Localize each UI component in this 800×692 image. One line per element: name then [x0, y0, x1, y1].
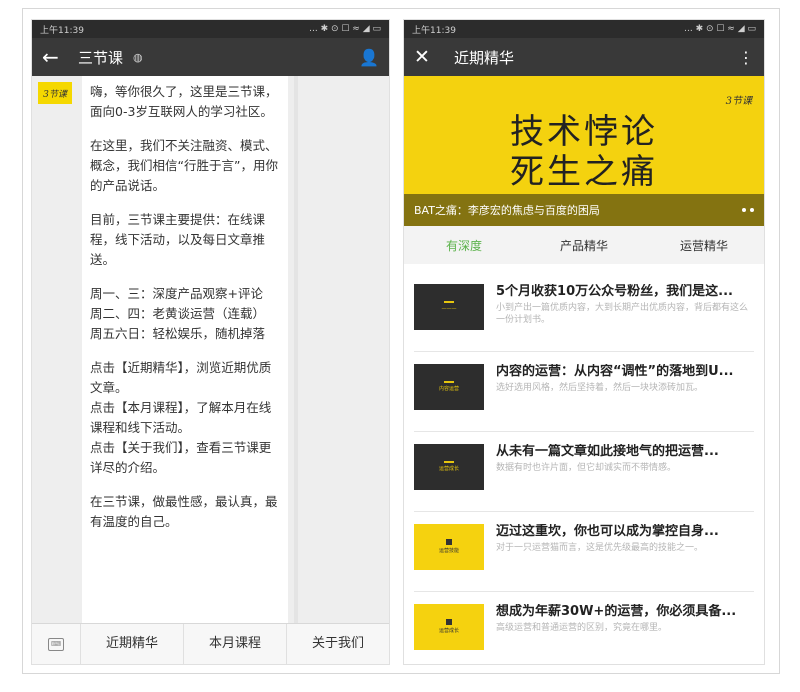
- status-time: 上午11:39: [412, 25, 456, 36]
- person-icon[interactable]: 👤: [359, 48, 379, 67]
- menu-item-recent-highlights[interactable]: 近期精华: [81, 624, 184, 664]
- article-thumbnail: 运营成长: [414, 604, 484, 650]
- screenshot-frame: 上午11:39 ... ✱ ⊙ ☐ ≈ ◢ ▭ ← 三节课 ◍ 👤 3节课 嗨，…: [22, 8, 780, 674]
- keyboard-icon: ⌨: [48, 637, 64, 651]
- status-icons: ... ✱ ⊙ ☐ ≈ ◢ ▭: [309, 24, 381, 34]
- menu-item-about-us[interactable]: 关于我们: [287, 624, 389, 664]
- keyboard-toggle-button[interactable]: ⌨: [32, 624, 81, 664]
- article-desc: 数据有时也许片面，但它却诚实而不带情感。: [496, 463, 677, 473]
- banner-caption-bar: BAT之痛：李彦宏的焦虑与百度的困局: [404, 194, 764, 226]
- thumbnail-mark: [446, 619, 452, 625]
- status-icons: ... ✱ ⊙ ☐ ≈ ◢ ▭: [684, 24, 756, 34]
- article-title: 内容的运营：从内容“调性”的落地到U...: [496, 364, 734, 379]
- banner-headline-line2: 死生之痛: [510, 152, 658, 192]
- article-text: 想成为年薪30W+的运营，你必须具备... 高级运营和普通运营的区别，究竟在哪里…: [496, 604, 754, 634]
- thumbnail-text: 内容运营: [438, 386, 459, 392]
- status-bar: 上午11:39 ... ✱ ⊙ ☐ ≈ ◢ ▭: [404, 20, 764, 38]
- thumbnail-text: 运营成长: [438, 628, 459, 634]
- left-phone-screen: 上午11:39 ... ✱ ⊙ ☐ ≈ ◢ ▭ ← 三节课 ◍ 👤 3节课 嗨，…: [31, 19, 390, 665]
- chat-area: 3节课 嗨，等你很久了，这里是三节课，面向0-3岁互联网人的学习社区。 在这里，…: [32, 76, 389, 624]
- thumbnail-mark: [444, 381, 454, 383]
- official-account-icon: ◍: [133, 50, 143, 64]
- article-title: 迈过这重坎，你也可以成为掌控自身...: [496, 524, 719, 539]
- scroll-divider: [294, 76, 298, 624]
- article-desc: 高级运营和普通运营的区别，究竟在哪里。: [496, 623, 668, 633]
- right-phone-screen: 上午11:39 ... ✱ ⊙ ☐ ≈ ◢ ▭ ✕ 近期精华 ⋮ 3节课 技术悖…: [403, 19, 765, 665]
- article-thumbnail: 运营成长: [414, 444, 484, 490]
- thumbnail-mark: [444, 301, 454, 303]
- article-text: 内容的运营：从内容“调性”的落地到U... 选好选用风格，然后坚持着，然后一块块…: [496, 364, 754, 394]
- article-text: 迈过这重坎，你也可以成为掌控自身... 对于一只运营猫而言，这是优先级最高的技能…: [496, 524, 754, 554]
- tab-operation[interactable]: 运营精华: [644, 237, 764, 254]
- close-icon[interactable]: ✕: [414, 46, 442, 68]
- article-desc: 小到产出一篇优质内容，大到长期产出优质内容，背后都有这么一份计划书。: [496, 303, 749, 325]
- message-paragraph: 嗨，等你很久了，这里是三节课，面向0-3岁互联网人的学习社区。: [90, 84, 278, 119]
- article-thumbnail: ———: [414, 284, 484, 330]
- article-title: 从未有一篇文章如此接地气的把运营...: [496, 444, 719, 459]
- category-tabs: 有深度 产品精华 运营精华: [404, 226, 764, 264]
- article-thumbnail: 内容运营: [414, 364, 484, 410]
- page-title: 近期精华: [454, 48, 515, 67]
- banner-headline: 技术悖论 死生之痛: [404, 112, 764, 192]
- article-title: 5个月收获10万公众号粉丝，我们是这...: [496, 284, 733, 299]
- thumbnail-text: ———: [441, 306, 457, 312]
- menu-item-monthly-courses[interactable]: 本月课程: [184, 624, 287, 664]
- page-app-bar: ✕ 近期精华 ⋮: [404, 38, 764, 76]
- avatar[interactable]: 3节课: [38, 82, 72, 104]
- chat-app-bar: ← 三节课 ◍ 👤: [32, 38, 389, 76]
- carousel-dots[interactable]: [742, 208, 754, 212]
- message-bubble: 嗨，等你很久了，这里是三节课，面向0-3岁互联网人的学习社区。 在这里，我们不关…: [82, 76, 288, 624]
- list-item[interactable]: 内容运营 内容的运营：从内容“调性”的落地到U... 选好选用风格，然后坚持着，…: [414, 352, 754, 432]
- message-paragraph: 点击【近期精华】，浏览近期优质文章。 点击【本月课程】，了解本月在线课程和线下活…: [90, 360, 272, 475]
- article-list: ——— 5个月收获10万公众号粉丝，我们是这... 小到产出一篇优质内容，大到长…: [414, 272, 754, 664]
- tab-depth[interactable]: 有深度: [404, 237, 524, 254]
- article-desc: 选好选用风格，然后坚持着，然后一块块添砖加瓦。: [496, 383, 704, 393]
- more-vertical-icon[interactable]: ⋮: [738, 48, 754, 67]
- tab-product[interactable]: 产品精华: [524, 237, 644, 254]
- thumbnail-text: 运营技能: [438, 548, 459, 554]
- chat-title: 三节课: [78, 48, 124, 67]
- status-bar: 上午11:39 ... ✱ ⊙ ☐ ≈ ◢ ▭: [32, 20, 389, 38]
- article-text: 从未有一篇文章如此接地气的把运营... 数据有时也许片面，但它却诚实而不带情感。: [496, 444, 754, 474]
- list-item[interactable]: 运营成长 想成为年薪30W+的运营，你必须具备... 高级运营和普通运营的区别，…: [414, 592, 754, 664]
- banner-caption: BAT之痛：李彦宏的焦虑与百度的困局: [414, 204, 600, 217]
- article-title: 想成为年薪30W+的运营，你必须具备...: [496, 604, 737, 619]
- banner-headline-line1: 技术悖论: [510, 112, 658, 152]
- message-paragraph: 周一、三：深度产品观察+评论 周二、四：老黄谈运营（连载） 周五六日：轻松娱乐，…: [90, 286, 266, 341]
- message-paragraph: 在这里，我们不关注融资、模式、概念，我们相信“行胜于言”，用你的产品说话。: [90, 138, 278, 193]
- arrow-left-icon[interactable]: ←: [42, 45, 70, 69]
- article-thumbnail: 运营技能: [414, 524, 484, 570]
- article-text: 5个月收获10万公众号粉丝，我们是这... 小到产出一篇优质内容，大到长期产出优…: [496, 284, 754, 326]
- carousel-dot[interactable]: [750, 208, 754, 212]
- list-item[interactable]: ——— 5个月收获10万公众号粉丝，我们是这... 小到产出一篇优质内容，大到长…: [414, 272, 754, 352]
- bottom-menu: ⌨ 近期精华 本月课程 关于我们: [32, 623, 389, 664]
- featured-banner[interactable]: 3节课 技术悖论 死生之痛 BAT之痛：李彦宏的焦虑与百度的困局: [404, 76, 764, 226]
- article-desc: 对于一只运营猫而言，这是优先级最高的技能之一。: [496, 543, 704, 553]
- list-item[interactable]: 运营技能 迈过这重坎，你也可以成为掌控自身... 对于一只运营猫而言，这是优先级…: [414, 512, 754, 592]
- thumbnail-mark: [446, 539, 452, 545]
- thumbnail-text: 运营成长: [438, 466, 459, 472]
- message-paragraph: 在三节课，做最性感，最认真，最有温度的自己。: [90, 494, 278, 529]
- message-paragraph: 目前，三节课主要提供：在线课程，线下活动，以及每日文章推送。: [90, 212, 266, 267]
- brand-logo: 3节课: [725, 96, 752, 107]
- status-time: 上午11:39: [40, 25, 84, 36]
- carousel-dot[interactable]: [742, 208, 746, 212]
- thumbnail-mark: [444, 461, 454, 463]
- list-item[interactable]: 运营成长 从未有一篇文章如此接地气的把运营... 数据有时也许片面，但它却诚实而…: [414, 432, 754, 512]
